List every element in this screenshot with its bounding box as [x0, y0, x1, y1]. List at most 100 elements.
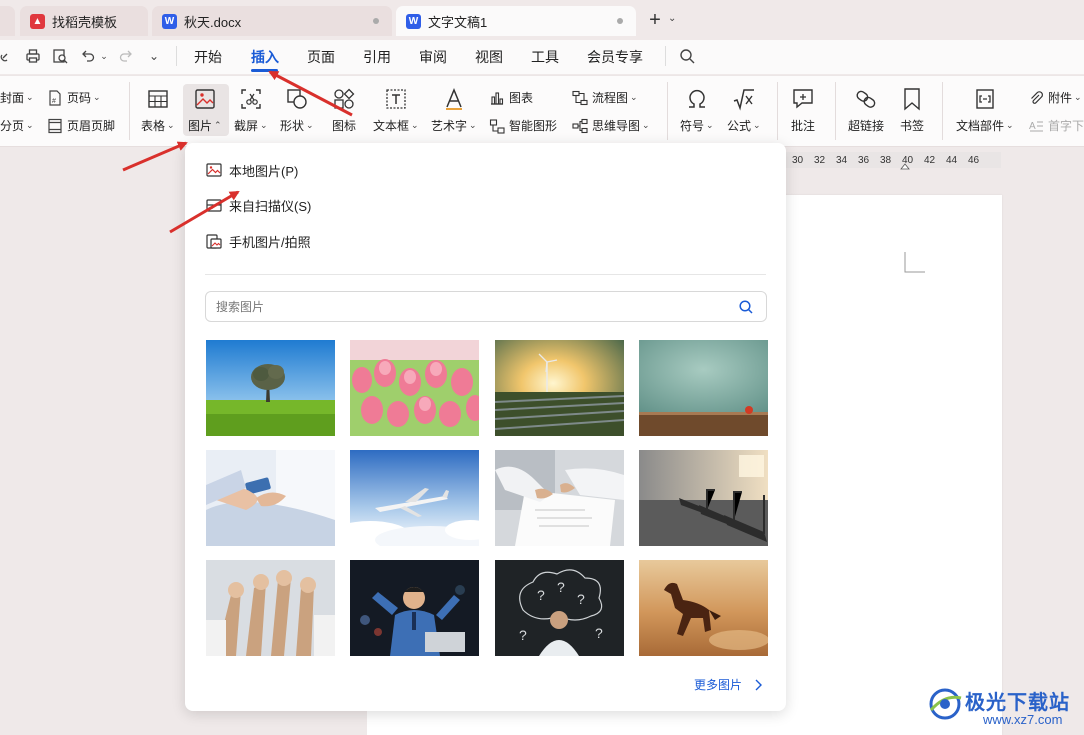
menu-tools[interactable]: 工具 — [531, 47, 559, 67]
drop-cap-label: 首字下 — [1048, 119, 1084, 133]
chevron-down-icon: ⌄ — [260, 120, 268, 130]
tab-overflow[interactable] — [0, 6, 15, 36]
teal-wall-apple-image[interactable] — [639, 340, 768, 436]
tab-document1[interactable]: W 文字文稿1 — [396, 6, 636, 36]
icon-button[interactable]: 图标 — [332, 87, 356, 134]
icon-label: 图标 — [332, 119, 357, 133]
chevron-down-icon: ⌄ — [1006, 120, 1014, 130]
menu-layout[interactable]: 页面 — [307, 47, 335, 67]
document-page[interactable] — [785, 195, 1002, 735]
hyperlink-label: 超链接 — [848, 119, 885, 133]
hyperlink-button[interactable]: 超链接 — [848, 87, 884, 134]
menu-references[interactable]: 引用 — [363, 47, 391, 67]
page-number-button[interactable]: # 页码 ⌄ — [47, 89, 101, 106]
formula-button[interactable]: 公式 ⌄ — [727, 87, 761, 134]
symbol-button[interactable]: 符号 ⌄ — [680, 87, 714, 134]
smart-art-button[interactable]: 智能图形 — [489, 117, 557, 134]
celebrating-man-image[interactable] — [350, 560, 479, 656]
tab-modified-dot-icon[interactable] — [614, 15, 626, 27]
tab-autumn-docx[interactable]: W 秋天.docx — [152, 6, 392, 36]
table-label: 表格 — [141, 119, 166, 133]
more-images-label: 更多图片 — [694, 678, 743, 692]
comment-button[interactable]: 批注 — [791, 87, 815, 134]
menu-view[interactable]: 视图 — [475, 47, 503, 67]
undo-dropdown-chevron-icon[interactable]: ⌄ — [95, 47, 113, 65]
cover-button[interactable]: 封面 ⌄ — [0, 89, 34, 106]
word-doc-icon: W — [162, 13, 177, 29]
search-command-icon[interactable] — [678, 47, 696, 65]
airplane-clouds-image[interactable] — [350, 450, 479, 546]
textbox-icon — [386, 89, 406, 109]
menu-member[interactable]: 会员专享 — [587, 47, 643, 67]
menu-home[interactable]: 开始 — [194, 47, 222, 67]
attachment-label: 附件 — [1048, 91, 1073, 105]
picture-label: 图片 — [188, 119, 213, 133]
screenshot-button[interactable]: 截屏 ⌄ — [234, 87, 268, 134]
chevron-down-icon: ⌄ — [753, 120, 761, 130]
raised-hands-image[interactable] — [206, 560, 335, 656]
wind-turbine-sunset-image[interactable] — [495, 340, 624, 436]
wordart-icon — [445, 88, 462, 110]
tab-modified-dot-icon[interactable] — [370, 15, 382, 27]
chart-button[interactable]: 图表 — [489, 89, 533, 106]
gym-treadmill-image[interactable] — [639, 450, 768, 546]
phone-hands-image[interactable] — [206, 450, 335, 546]
more-images-link[interactable]: 更多图片 — [694, 676, 766, 693]
smart-art-label: 智能图形 — [509, 119, 558, 133]
ruler-mark: 36 — [858, 155, 870, 166]
search-icon[interactable] — [738, 299, 754, 315]
picture-icon — [195, 89, 215, 109]
running-horse-image[interactable] — [639, 560, 768, 656]
new-tab-plus-icon[interactable]: + — [645, 9, 665, 31]
link-icon[interactable] — [0, 47, 14, 65]
hyperlink-icon — [856, 90, 876, 108]
icons-library-icon — [334, 88, 355, 109]
quick-access-chevron-icon[interactable]: ⌄ — [145, 47, 163, 65]
bookmark-button[interactable]: 书签 — [900, 87, 924, 134]
attachment-button[interactable]: 附件 ⌄ — [1028, 89, 1082, 106]
right-indent-marker-icon[interactable] — [900, 162, 910, 170]
chevron-right-icon — [755, 679, 763, 690]
tulips-image[interactable] — [350, 340, 479, 436]
flowchart-label: 流程图 — [592, 91, 629, 105]
question-marks-chalkboard-image[interactable]: ????? — [495, 560, 624, 656]
menu-insert[interactable]: 插入 — [251, 47, 279, 67]
paperclip-icon — [1031, 90, 1043, 104]
watermark-logo-icon — [929, 688, 962, 720]
page-break-label: 分页 — [0, 119, 25, 133]
doc-parts-button[interactable]: 文档部件 ⌄ — [956, 87, 1014, 134]
page-break-button[interactable]: 分页 ⌄ — [0, 117, 34, 134]
ruler-mark: 38 — [880, 155, 892, 166]
word-doc-icon: W — [406, 13, 421, 29]
local-image-option[interactable]: 本地图片(P) — [205, 159, 298, 181]
redo-icon[interactable] — [117, 47, 135, 65]
wordart-label: 艺术字 — [431, 119, 468, 133]
mindmap-label: 思维导图 — [592, 119, 641, 133]
mindmap-button[interactable]: 思维导图 ⌄ — [572, 117, 650, 134]
contract-signing-image[interactable] — [495, 450, 624, 546]
tree-field-image[interactable] — [206, 340, 335, 436]
print-icon[interactable] — [24, 47, 42, 65]
wordart-button[interactable]: 艺术字 ⌄ — [431, 87, 477, 134]
header-footer-button[interactable]: 页眉页脚 — [47, 117, 115, 134]
svg-text:#: # — [52, 98, 56, 105]
tab-list-chevron-icon[interactable]: ⌄ — [668, 13, 676, 24]
image-search-box[interactable] — [205, 291, 767, 322]
smart-art-icon — [489, 118, 505, 134]
horizontal-ruler[interactable]: 30 32 34 36 38 40 42 44 46 — [786, 152, 1001, 170]
table-button[interactable]: 表格 ⌄ — [141, 87, 175, 134]
tab-docer[interactable]: ▲ 找稻壳模板 — [20, 6, 148, 36]
image-search-input[interactable] — [216, 297, 716, 317]
print-preview-icon[interactable] — [51, 47, 69, 65]
textbox-button[interactable]: 文本框 ⌄ — [373, 87, 419, 134]
chevron-down-icon: ⌄ — [1074, 92, 1082, 102]
scanner-option[interactable]: 来自扫描仪(S) — [205, 194, 311, 216]
drop-cap-button[interactable]: A 首字下 — [1028, 117, 1084, 134]
phone-image-option[interactable]: 手机图片/拍照 — [205, 230, 311, 252]
picture-button[interactable]: 图片 ⌃ — [188, 87, 222, 134]
bookmark-label: 书签 — [900, 119, 925, 133]
docer-icon: ▲ — [30, 13, 45, 29]
flowchart-button[interactable]: 流程图 ⌄ — [572, 89, 638, 106]
menu-review[interactable]: 审阅 — [419, 47, 447, 67]
shape-button[interactable]: 形状 ⌄ — [280, 87, 314, 134]
